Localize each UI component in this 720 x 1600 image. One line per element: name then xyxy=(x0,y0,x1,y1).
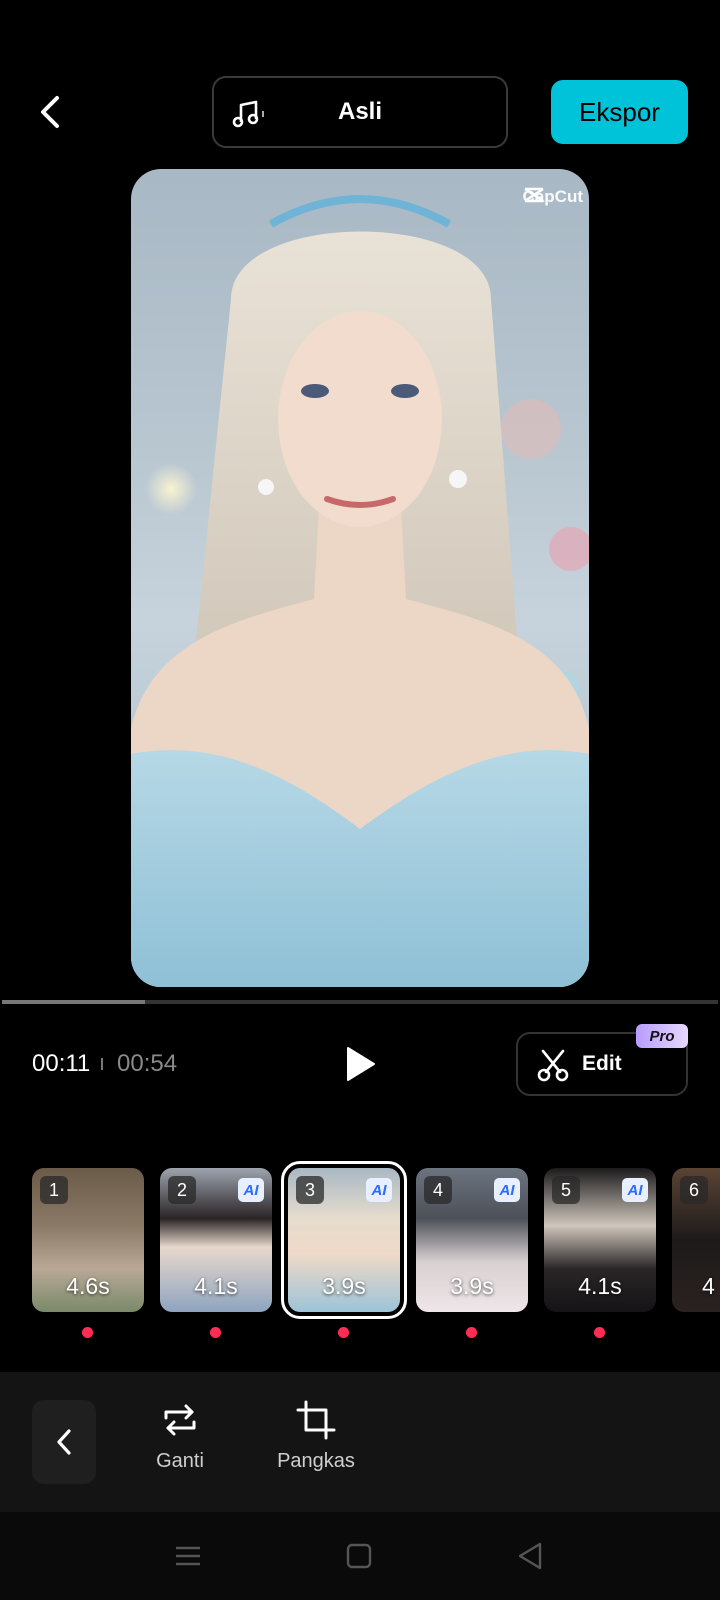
clip-number: 2 xyxy=(168,1176,196,1204)
clip-marker-dot xyxy=(210,1327,221,1338)
chevron-left-icon xyxy=(41,96,59,128)
replace-icon xyxy=(164,1404,196,1436)
clip-marker-dot xyxy=(338,1327,349,1338)
recent-apps-button[interactable] xyxy=(172,1540,204,1572)
crop-icon xyxy=(296,1400,336,1440)
export-button[interactable]: Ekspor xyxy=(551,80,688,144)
scissors-icon xyxy=(537,1049,569,1082)
collapse-toolbar-button[interactable] xyxy=(32,1400,96,1484)
home-button[interactable] xyxy=(343,1540,375,1572)
clip-number: 5 xyxy=(552,1176,580,1204)
timeline-progress xyxy=(2,1000,146,1004)
clip-marker-dot xyxy=(82,1327,93,1338)
preview-image xyxy=(131,195,589,987)
crop-tool[interactable]: Pangkas xyxy=(261,1400,371,1490)
back-button[interactable] xyxy=(30,88,70,136)
home-square-icon xyxy=(346,1543,372,1569)
system-nav-bar xyxy=(0,1512,720,1600)
system-back-button[interactable] xyxy=(514,1540,546,1572)
play-icon xyxy=(347,1047,375,1081)
clip-marker-dot xyxy=(466,1327,477,1338)
clip-duration: 4.1s xyxy=(194,1273,238,1299)
total-time: 00:54 xyxy=(117,1050,178,1077)
chevron-left-icon xyxy=(57,1429,71,1455)
capcut-watermark: CapCut xyxy=(523,187,583,207)
clip-4[interactable]: 4 AI 3.9s xyxy=(416,1168,528,1312)
ai-badge: AI xyxy=(622,1178,648,1202)
clip-5[interactable]: 5 AI 4.1s xyxy=(544,1168,656,1312)
crop-label: Pangkas xyxy=(277,1450,355,1472)
bottom-toolbar: Ganti Pangkas xyxy=(0,1372,720,1512)
back-triangle-icon xyxy=(518,1542,542,1570)
replace-tool[interactable]: Ganti xyxy=(125,1400,235,1490)
pro-badge: Pro xyxy=(636,1024,688,1048)
ai-badge: AI xyxy=(238,1178,264,1202)
replace-label: Ganti xyxy=(156,1450,204,1472)
clip-duration: 3.9s xyxy=(322,1273,366,1299)
clip-number: 6 xyxy=(680,1176,708,1204)
ai-badge: AI xyxy=(366,1178,392,1202)
clip-2[interactable]: 2 AI 4.1s xyxy=(160,1168,272,1312)
clip-1[interactable]: 1 4.6s xyxy=(32,1168,144,1312)
current-time: 00:11 xyxy=(32,1050,91,1077)
clip-duration: 4 xyxy=(702,1273,715,1299)
music-note-icon xyxy=(232,100,264,128)
clip-6[interactable]: 6 4 xyxy=(672,1168,720,1312)
clip-marker-dot xyxy=(594,1327,605,1338)
capcut-logo-icon xyxy=(523,187,544,203)
clip-3[interactable]: 3 AI 3.9s xyxy=(281,1161,407,1319)
music-selector[interactable]: Asli xyxy=(212,76,508,148)
timeline-scrubber[interactable] xyxy=(2,1000,718,1004)
clip-strip[interactable]: 1 4.6s 2 AI 4.1s 3 AI 3.9s 4 AI 3.9s 5 A… xyxy=(0,1160,720,1340)
clip-duration: 3.9s xyxy=(450,1273,494,1299)
ai-badge: AI xyxy=(494,1178,520,1202)
video-preview[interactable]: CapCut xyxy=(131,169,589,987)
time-separator xyxy=(101,1058,103,1070)
menu-icon xyxy=(176,1546,200,1566)
clip-duration: 4.1s xyxy=(578,1273,622,1299)
clip-number: 3 xyxy=(296,1176,324,1204)
edit-label: Edit xyxy=(582,1052,622,1075)
clip-duration: 4.6s xyxy=(66,1273,110,1299)
clip-number: 4 xyxy=(424,1176,452,1204)
play-button[interactable] xyxy=(340,1044,380,1084)
clip-number: 1 xyxy=(40,1176,68,1204)
